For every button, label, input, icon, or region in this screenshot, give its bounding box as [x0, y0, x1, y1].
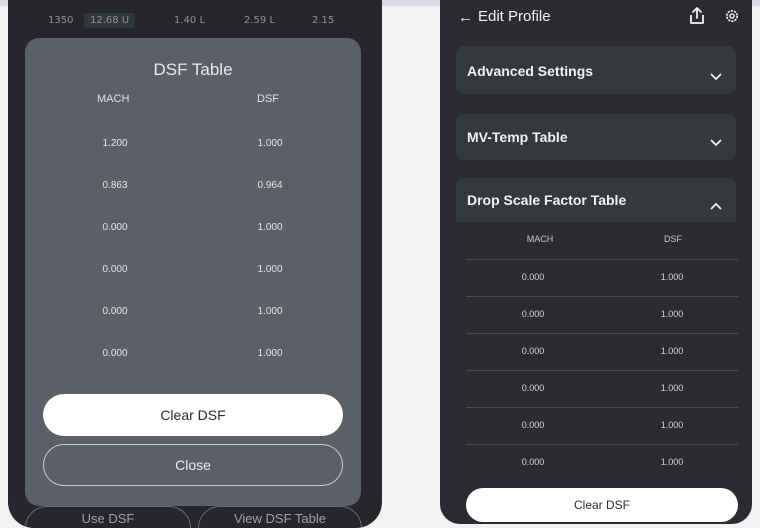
column-header-mach: MACH	[526, 234, 554, 244]
mach-cell: 0.000	[102, 264, 128, 275]
row-divider	[466, 407, 738, 408]
mach-cell: 0.000	[521, 420, 545, 430]
dsf-cell: 1.000	[257, 222, 283, 233]
row-divider	[466, 444, 738, 445]
dsf-cell: 1.000	[257, 348, 283, 359]
dsf-cell: 1.000	[660, 272, 684, 282]
chevron-down-icon	[710, 66, 722, 85]
left-phone-screen: 1350 12.68 U 1.40 L 2.59 L 2.15 DSF Tabl…	[8, 0, 382, 528]
right-phone-screen: ← Edit Profile Advanced Settings MV-Temp…	[440, 0, 752, 524]
section-advanced-settings[interactable]: Advanced Settings	[456, 46, 736, 94]
section-title: Advanced Settings	[467, 63, 594, 79]
mach-cell: 0.863	[102, 180, 128, 191]
section-title: MV-Temp Table	[467, 129, 568, 145]
dsf-cell: 1.000	[660, 383, 684, 393]
row-divider	[466, 296, 738, 297]
section-drop-scale-factor-table[interactable]: Drop Scale Factor Table	[456, 178, 736, 222]
page-title: Edit Profile	[478, 8, 551, 25]
column-header-dsf: DSF	[257, 93, 279, 105]
mach-cell: 1.200	[102, 138, 128, 149]
gear-icon[interactable]	[724, 8, 740, 29]
chevron-up-icon	[710, 195, 722, 214]
view-dsf-table-button[interactable]: View DSF Table	[198, 506, 362, 528]
mach-cell: 0.000	[521, 383, 545, 393]
modal-title: DSF Table	[153, 60, 233, 79]
section-mv-temp-table[interactable]: MV-Temp Table	[456, 114, 736, 160]
share-icon[interactable]	[688, 6, 706, 31]
dsf-table-modal: DSF Table MACH DSF 1.200 1.000 0.863 0.9…	[25, 38, 361, 506]
bg-cell: 1.40 L	[174, 15, 206, 26]
mach-cell: 0.000	[521, 272, 545, 282]
dsf-cell: 1.000	[257, 264, 283, 275]
header-bar: ← Edit Profile	[440, 0, 752, 36]
row-divider	[466, 333, 738, 334]
clear-dsf-button[interactable]: Clear DSF	[466, 488, 738, 522]
bg-cell: 2.59 L	[244, 15, 276, 26]
dsf-cell: 1.000	[660, 420, 684, 430]
chevron-down-icon	[710, 132, 722, 151]
bg-cell: 1350	[48, 15, 74, 26]
row-divider	[466, 259, 738, 260]
column-header-mach: MACH	[97, 93, 130, 105]
mach-cell: 0.000	[102, 348, 128, 359]
use-dsf-button[interactable]: Use DSF	[25, 506, 191, 528]
mach-cell: 0.000	[521, 457, 545, 467]
bg-cell: 2.15	[312, 15, 335, 26]
background-data-row: 1350 12.68 U 1.40 L 2.59 L 2.15	[8, 10, 382, 32]
mach-cell: 0.000	[102, 306, 128, 317]
bg-cell: 12.68 U	[84, 13, 136, 28]
dsf-cell: 1.000	[660, 457, 684, 467]
column-header-dsf: DSF	[664, 234, 682, 244]
dsf-cell: 0.964	[257, 180, 283, 191]
dsf-cell: 1.000	[257, 306, 283, 317]
dsf-cell: 1.000	[257, 138, 283, 149]
dsf-cell: 1.000	[660, 346, 684, 356]
section-title: Drop Scale Factor Table	[467, 192, 627, 208]
mach-cell: 0.000	[102, 222, 128, 233]
row-divider	[466, 370, 738, 371]
dsf-cell: 1.000	[660, 309, 684, 319]
mach-cell: 0.000	[521, 309, 545, 319]
mach-cell: 0.000	[521, 346, 545, 356]
close-button[interactable]: Close	[43, 444, 343, 486]
clear-dsf-button[interactable]: Clear DSF	[43, 394, 343, 436]
arrow-left-icon[interactable]: ←	[458, 9, 473, 26]
